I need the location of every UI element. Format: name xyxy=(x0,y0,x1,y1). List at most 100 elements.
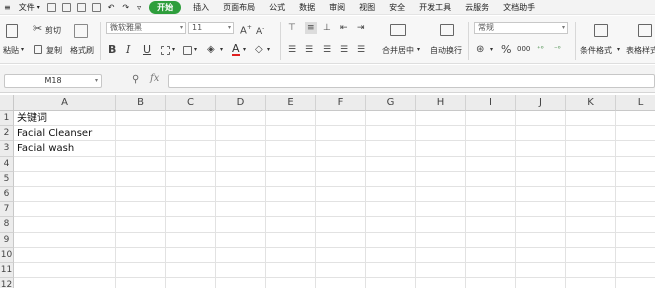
function-icon[interactable]: fx xyxy=(150,73,159,84)
column-header-E[interactable]: E xyxy=(266,95,316,111)
print-preview-icon[interactable] xyxy=(76,2,86,12)
cell-I1[interactable] xyxy=(466,111,516,127)
currency-icon[interactable]: ⊛ xyxy=(476,44,484,56)
cell-A8[interactable] xyxy=(14,217,116,233)
cell-H4[interactable] xyxy=(416,156,466,172)
cell-G11[interactable] xyxy=(366,263,416,279)
eraser-icon[interactable]: ◇ xyxy=(255,44,263,56)
cell-D10[interactable] xyxy=(216,247,266,263)
tab-home[interactable]: 开始 xyxy=(149,0,182,14)
cell-H3[interactable] xyxy=(416,141,466,157)
cell-D7[interactable] xyxy=(216,202,266,218)
column-header-G[interactable]: G xyxy=(366,95,416,111)
cell-I10[interactable] xyxy=(466,247,516,263)
print-icon[interactable] xyxy=(61,2,71,12)
tab-formulas[interactable]: 公式 xyxy=(269,2,285,13)
cell-J7[interactable] xyxy=(516,202,566,218)
font-color-dropdown-icon[interactable]: ▾ xyxy=(243,46,246,53)
cell-E6[interactable] xyxy=(266,187,316,203)
cell-G4[interactable] xyxy=(366,156,416,172)
tab-cloud-services[interactable]: 云服务 xyxy=(465,2,489,13)
cell-D8[interactable] xyxy=(216,217,266,233)
cell-B1[interactable] xyxy=(116,111,166,127)
font-color-icon[interactable]: A xyxy=(232,43,240,56)
row-header-6[interactable]: 6 xyxy=(0,187,14,203)
align-top-icon[interactable]: ⊤ xyxy=(288,22,296,34)
cell-K7[interactable] xyxy=(566,202,616,218)
cell-I11[interactable] xyxy=(466,263,516,279)
tab-doc-assistant[interactable]: 文档助手 xyxy=(503,2,535,13)
cell-D6[interactable] xyxy=(216,187,266,203)
cell-A1[interactable]: 关键词 xyxy=(14,111,116,127)
percent-button[interactable]: % xyxy=(501,44,511,56)
cell-F1[interactable] xyxy=(316,111,366,127)
fill-color-icon[interactable] xyxy=(183,46,192,55)
cell-A12[interactable] xyxy=(14,278,116,288)
cell-L4[interactable] xyxy=(616,157,655,172)
cell-K12[interactable] xyxy=(566,278,616,288)
cell-I7[interactable] xyxy=(466,202,516,218)
cell-C11[interactable] xyxy=(166,263,216,279)
align-middle-icon[interactable]: ≡ xyxy=(305,22,317,34)
cell-G12[interactable] xyxy=(366,278,416,288)
cell-E2[interactable] xyxy=(266,126,316,142)
conditional-format-dropdown-icon[interactable]: ▾ xyxy=(617,46,620,53)
row-header-1[interactable]: 1 xyxy=(0,111,14,127)
format-painter-icon[interactable] xyxy=(74,24,88,38)
align-left-icon[interactable]: ☰ xyxy=(288,44,296,56)
cell-I8[interactable] xyxy=(466,217,516,233)
cell-G10[interactable] xyxy=(366,247,416,263)
cell-L1[interactable] xyxy=(616,111,655,127)
tab-view[interactable]: 视图 xyxy=(359,2,375,13)
cell-L2[interactable] xyxy=(616,126,655,142)
tab-data[interactable]: 数据 xyxy=(299,2,315,13)
column-header-L[interactable]: L xyxy=(616,95,655,111)
cell-C8[interactable] xyxy=(166,217,216,233)
column-header-B[interactable]: B xyxy=(116,95,166,111)
cell-C10[interactable] xyxy=(166,247,216,263)
cell-L6[interactable] xyxy=(616,187,655,203)
cell-I3[interactable] xyxy=(466,141,516,157)
cell-J5[interactable] xyxy=(516,171,566,187)
cell-E9[interactable] xyxy=(266,232,316,248)
indent-decrease-icon[interactable]: ⇤ xyxy=(340,22,348,34)
cell-J3[interactable] xyxy=(516,141,566,157)
cell-G8[interactable] xyxy=(366,217,416,233)
fill-bucket-icon[interactable]: ◈ xyxy=(207,44,215,56)
cell-J8[interactable] xyxy=(516,217,566,233)
justify-icon[interactable]: ☰ xyxy=(340,44,348,56)
row-header-7[interactable]: 7 xyxy=(0,202,14,218)
column-header-C[interactable]: C xyxy=(166,95,216,111)
cell-L5[interactable] xyxy=(616,172,655,187)
row-header-2[interactable]: 2 xyxy=(0,126,14,142)
cell-E10[interactable] xyxy=(266,247,316,263)
cell-E5[interactable] xyxy=(266,171,316,187)
row-header-5[interactable]: 5 xyxy=(0,171,14,187)
increase-decimal-icon[interactable]: ⁺⁰ xyxy=(537,43,544,55)
cell-L7[interactable] xyxy=(616,202,655,218)
number-format-select[interactable]: 常规 ▾ xyxy=(474,22,568,34)
tab-page-layout[interactable]: 页面布局 xyxy=(223,2,255,13)
formula-input[interactable] xyxy=(168,74,655,88)
paste-dropdown-icon[interactable]: ▾ xyxy=(21,46,24,53)
cell-F9[interactable] xyxy=(316,232,366,248)
wrap-text-button[interactable]: 自动换行 xyxy=(430,45,462,56)
cell-A9[interactable] xyxy=(14,232,116,248)
cell-G6[interactable] xyxy=(366,187,416,203)
cell-G7[interactable] xyxy=(366,202,416,218)
cell-B2[interactable] xyxy=(116,126,166,142)
cell-K1[interactable] xyxy=(566,111,616,127)
cell-H9[interactable] xyxy=(416,232,466,248)
cell-H8[interactable] xyxy=(416,217,466,233)
cell-A11[interactable] xyxy=(14,263,116,279)
cell-K11[interactable] xyxy=(566,263,616,279)
cell-E12[interactable] xyxy=(266,278,316,288)
cell-K10[interactable] xyxy=(566,247,616,263)
decrease-font-icon[interactable]: A- xyxy=(256,23,264,38)
cell-H6[interactable] xyxy=(416,187,466,203)
cell-C12[interactable] xyxy=(166,278,216,288)
fill-dropdown-icon[interactable]: ▾ xyxy=(194,46,197,53)
cell-F11[interactable] xyxy=(316,263,366,279)
redo-icon[interactable]: ↷ xyxy=(122,3,129,12)
row-header-3[interactable]: 3 xyxy=(0,141,14,157)
